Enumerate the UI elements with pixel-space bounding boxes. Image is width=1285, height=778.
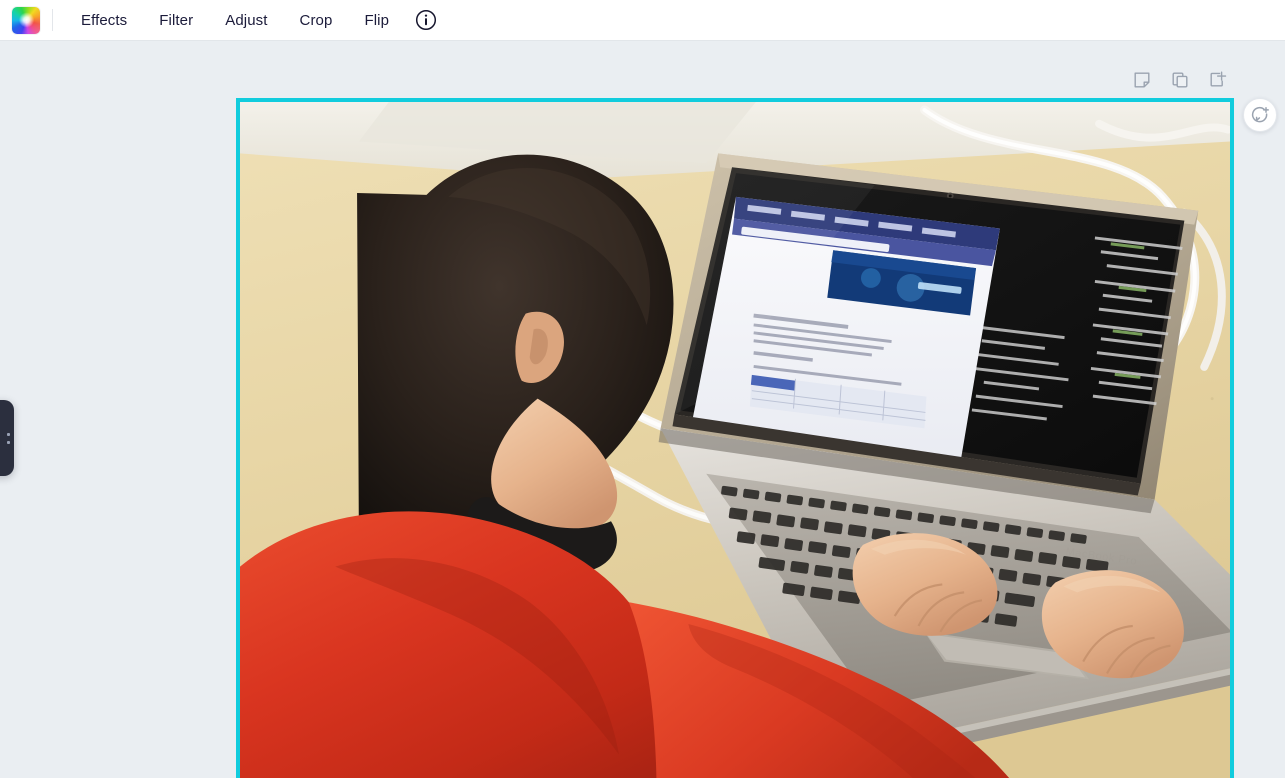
add-frame-icon[interactable] xyxy=(1206,68,1230,92)
info-circle-icon[interactable] xyxy=(413,7,439,33)
menu-item-adjust[interactable]: Adjust xyxy=(209,6,283,35)
sticky-note-icon[interactable] xyxy=(1130,68,1154,92)
add-comment-button[interactable] xyxy=(1243,98,1277,132)
drawer-grip-icon xyxy=(7,432,10,444)
selected-image-frame[interactable]: MacBook Pro xyxy=(236,98,1234,778)
main-menu: Effects Filter Adjust Crop Flip xyxy=(65,6,439,35)
photo-person-typing-on-laptop: MacBook Pro xyxy=(240,102,1230,778)
menu-item-effects[interactable]: Effects xyxy=(65,6,143,35)
menu-item-crop[interactable]: Crop xyxy=(284,6,349,35)
left-drawer-handle[interactable] xyxy=(0,400,14,476)
editor-canvas[interactable]: MacBook Pro xyxy=(0,41,1285,778)
add-comment-icon xyxy=(1251,106,1269,123)
rainbow-gradient-logo-icon xyxy=(12,6,40,34)
image-toolbar xyxy=(1130,68,1230,92)
copy-icon[interactable] xyxy=(1168,68,1192,92)
menu-item-flip[interactable]: Flip xyxy=(348,6,405,35)
menu-item-filter[interactable]: Filter xyxy=(143,6,209,35)
header-divider xyxy=(52,9,53,31)
app-header: Effects Filter Adjust Crop Flip xyxy=(0,0,1285,41)
app-root: Effects Filter Adjust Crop Flip xyxy=(0,0,1285,778)
app-logo[interactable] xyxy=(0,0,52,41)
